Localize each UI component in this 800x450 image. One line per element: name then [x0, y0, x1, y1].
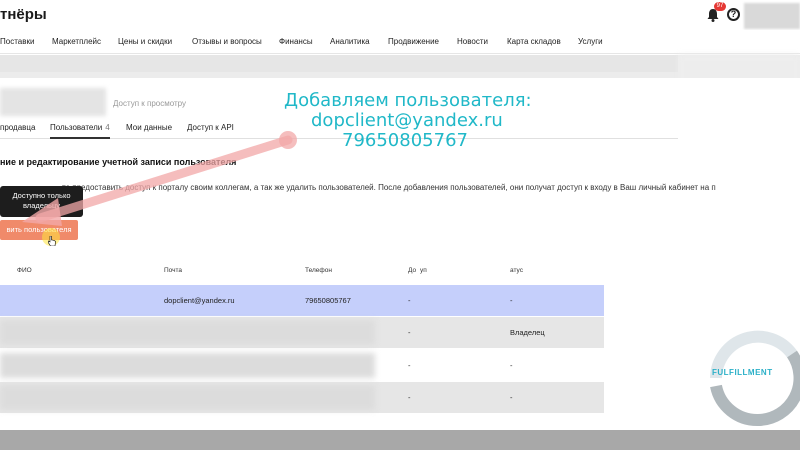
overlay-caption-line-2: dopclient@yandex.ru [311, 110, 503, 131]
notification-badge: 97 [714, 2, 726, 11]
nav-item-prices[interactable]: Цены и скидки [118, 37, 172, 46]
nav-item-finance[interactable]: Финансы [279, 37, 313, 46]
tab-users-label: Пользователи [50, 123, 103, 132]
table-row[interactable]: - - [0, 350, 604, 381]
column-header-status: атус [510, 267, 523, 274]
bottom-bar [0, 430, 800, 450]
add-user-button[interactable]: вить пользователя [0, 220, 78, 240]
nav-item-warehouse-map[interactable]: Карта складов [507, 37, 561, 46]
tab-seller[interactable]: продавца [0, 123, 35, 132]
tooltip-line-2: владельцу [23, 201, 60, 210]
owner-only-tooltip: Доступно только владельцу [0, 186, 83, 217]
row-access: - [408, 361, 411, 370]
access-label: Доступ к просмотру [113, 99, 187, 108]
help-icon[interactable]: ? [727, 8, 740, 21]
row-access: - [408, 296, 411, 305]
nav-item-analytics[interactable]: Аналитика [330, 37, 370, 46]
column-header-access-tail: уп [420, 267, 427, 274]
tab-users-count: 4 [105, 123, 110, 132]
nav-item-services[interactable]: Услуги [578, 37, 603, 46]
column-header-access: До [408, 267, 417, 274]
nav-item-news[interactable]: Новости [457, 37, 488, 46]
watermark-text: FULFILLMENT [712, 368, 773, 377]
row-status: - [510, 393, 513, 402]
table-row[interactable]: - Владелец [0, 317, 604, 348]
nav-item-supplies[interactable]: Поставки [0, 37, 34, 46]
row-status: - [510, 361, 513, 370]
overlay-caption-line-1: Добавляем пользователя: [284, 90, 532, 111]
nav-item-marketplace[interactable]: Маркетплейс [52, 37, 101, 46]
tab-api-access[interactable]: Доступ к API [187, 123, 234, 132]
table-header: ФИО Почта Телефон До уп атус [0, 258, 604, 283]
table-row[interactable]: dopclient@yandex.ru 79650805767 - - [0, 285, 604, 316]
row-phone: 79650805767 [305, 296, 351, 305]
column-header-phone: Телефон [305, 267, 332, 274]
row-access: - [408, 393, 411, 402]
section-title: ние и редактирование учетной записи поль… [0, 157, 237, 167]
profile-area[interactable] [744, 3, 800, 29]
column-header-name: ФИО [17, 267, 32, 274]
tooltip-line-1: Доступно только [12, 191, 71, 200]
row-email: dopclient@yandex.ru [164, 296, 235, 305]
top-bar: тнёры 97 ? [0, 0, 800, 30]
nav-item-promotion[interactable]: Продвижение [388, 37, 439, 46]
tab-my-data[interactable]: Мои данные [126, 123, 172, 132]
blurred-user-info [0, 320, 375, 345]
column-header-email: Почта [164, 267, 183, 274]
tab-users[interactable]: Пользователи 4 [50, 123, 110, 139]
overlay-caption-line-3: 79650805767 [342, 130, 468, 151]
row-access: - [408, 328, 411, 337]
blurred-user-info [0, 385, 375, 410]
section-description: те предоставить доступ к порталу своим к… [62, 183, 716, 192]
main-nav: Поставки Маркетплейс Цены и скидки Отзыв… [0, 30, 800, 54]
table-row[interactable]: - - [0, 382, 604, 413]
nav-item-reviews[interactable]: Отзывы и вопросы [192, 37, 262, 46]
row-status: Владелец [510, 328, 545, 337]
logo[interactable]: тнёры [0, 6, 47, 23]
blurred-user-info [0, 353, 375, 378]
company-name [0, 88, 106, 116]
pointer-cursor-icon [48, 236, 56, 246]
fulfillment-watermark-logo [710, 330, 800, 427]
row-status: - [510, 296, 513, 305]
